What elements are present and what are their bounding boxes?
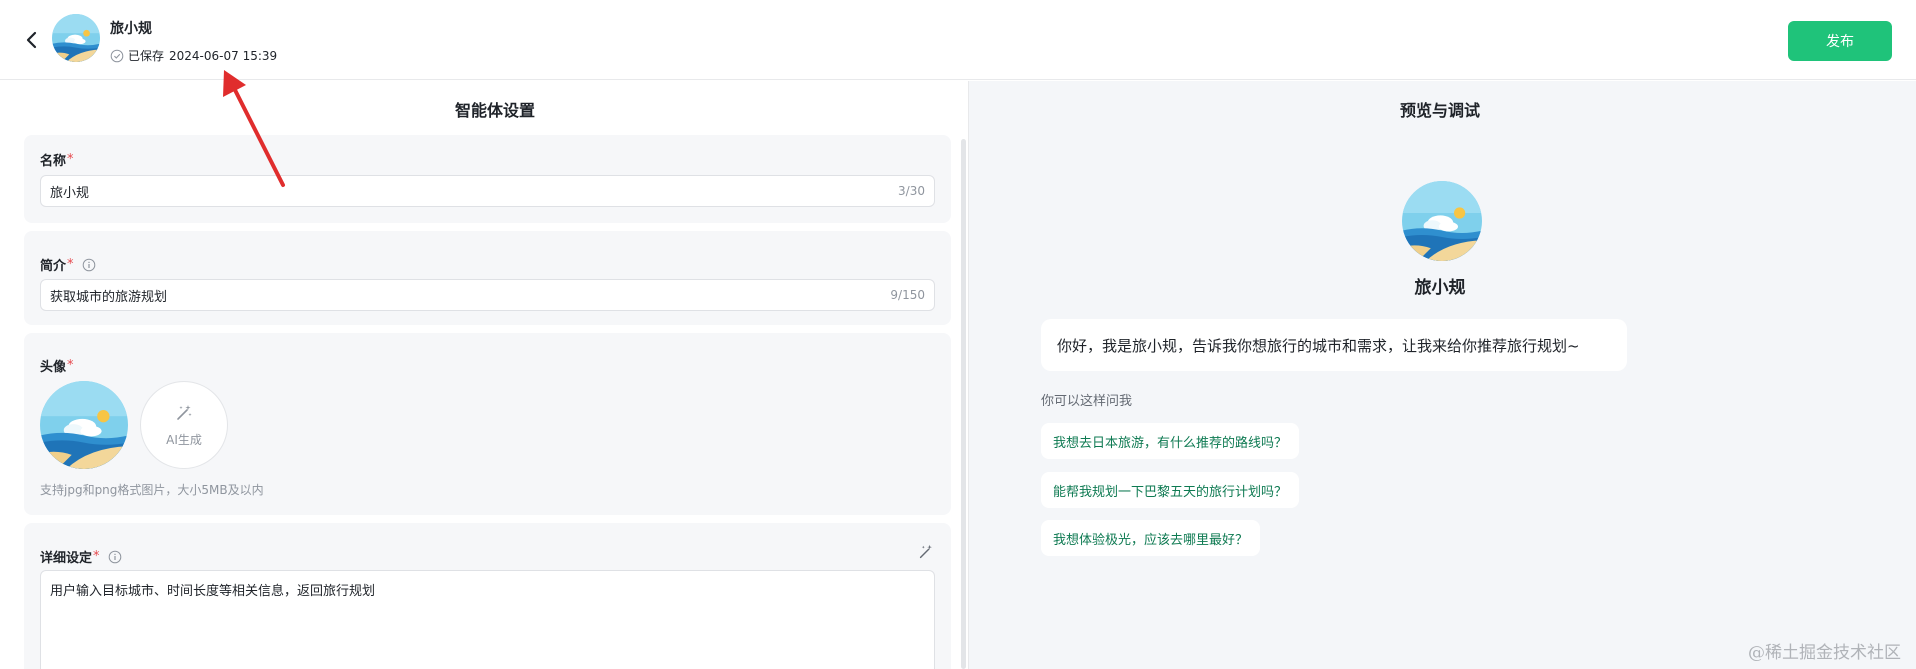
intro-input[interactable]: 获取城市的旅游规划 9/150 — [40, 279, 935, 311]
back-icon[interactable] — [20, 26, 44, 54]
magic-wand-icon[interactable] — [917, 543, 935, 561]
name-value: 旅小规 — [50, 185, 90, 201]
ai-generate-avatar-button[interactable]: AI生成 — [140, 381, 228, 469]
saved-check-icon — [110, 49, 124, 62]
agent-name: 旅小规 — [110, 21, 152, 37]
suggested-question[interactable]: 我想体验极光，应该去哪里最好？ — [1041, 520, 1261, 556]
settings-title: 智能体设置 — [454, 101, 535, 120]
suggested-question[interactable]: 我想去日本旅游，有什么推荐的路线吗？ — [1041, 423, 1300, 459]
avatar-label: 头像 * — [40, 358, 74, 375]
name-card: 名称 * 旅小规 3/30 — [24, 135, 951, 223]
magic-wand-icon — [177, 404, 192, 420]
top-bar: 旅小规 已保存 2024-06-07 15:39 发布 — [0, 0, 1916, 80]
suggested-question[interactable]: 能帮我规划一下巴黎五天的旅行计划吗？ — [1041, 472, 1300, 508]
intro-card: 简介 * 获取城市的旅游规划 9/150 — [24, 231, 951, 325]
agent-avatar[interactable] — [52, 14, 100, 62]
intro-counter: 9/150 — [890, 288, 925, 302]
settings-scrollbar[interactable] — [961, 139, 966, 669]
preview-panel: 预览与调试 旅小规 你好，我是旅小规，告诉我你想旅行的城市和需求，让我来给你推荐… — [969, 81, 1916, 669]
ai-generate-label: AI生成 — [166, 432, 202, 447]
bot-name: 旅小规 — [1414, 278, 1466, 298]
detail-card: 详细设定 * 用户输入目标城市、时间长度等相关信息，返回旅行规划 — [24, 523, 951, 669]
preview-title: 预览与调试 — [1399, 101, 1480, 120]
name-counter: 3/30 — [898, 184, 925, 198]
save-status: 已保存 2024-06-07 15:39 — [110, 47, 277, 64]
intro-value: 获取城市的旅游规划 — [50, 289, 168, 305]
watermark: @稀土掘金技术社区 — [1748, 643, 1901, 663]
avatar-card: 头像 * AI生成 支持jpg和png格式图片，大小5MB及以内 — [24, 333, 951, 515]
avatar-image[interactable] — [40, 381, 128, 469]
settings-panel: 智能体设置 名称 * 旅小规 3/30 简介 * 获取城市的旅游规划 9/150 头… — [0, 81, 968, 669]
suggestions-title: 你可以这样问我 — [1041, 394, 1133, 409]
intro-label: 简介 * — [40, 255, 96, 274]
info-icon[interactable] — [82, 258, 96, 272]
info-icon[interactable] — [108, 550, 122, 564]
name-input[interactable]: 旅小规 3/30 — [40, 175, 935, 207]
detail-textarea[interactable]: 用户输入目标城市、时间长度等相关信息，返回旅行规划 — [40, 570, 935, 669]
saved-label: 已保存 — [128, 49, 165, 63]
detail-label: 详细设定 * — [40, 547, 122, 566]
publish-button[interactable]: 发布 — [1788, 21, 1892, 61]
avatar-hint: 支持jpg和png格式图片，大小5MB及以内 — [40, 483, 264, 497]
saved-time: 2024-06-07 15:39 — [169, 48, 278, 63]
name-label: 名称 * — [40, 152, 74, 169]
greeting-message: 你好，我是旅小规，告诉我你想旅行的城市和需求，让我来给你推荐旅行规划~ — [1041, 319, 1627, 371]
bot-avatar — [1402, 181, 1482, 261]
